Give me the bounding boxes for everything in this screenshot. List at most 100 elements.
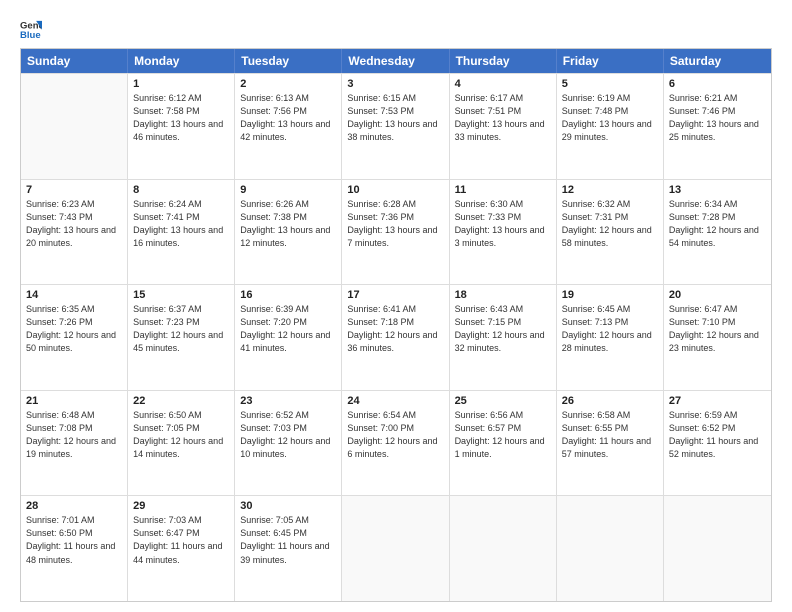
calendar-cell: 22Sunrise: 6:50 AMSunset: 7:05 PMDayligh… — [128, 391, 235, 496]
calendar-cell: 12 Sunrise: 6:32 AMSunset: 7:31 PMDayligh… — [557, 180, 664, 285]
day-number: 3 — [347, 78, 443, 90]
day-number: 28 — [26, 500, 122, 512]
day-number: 6 — [669, 78, 766, 90]
cell-info: Sunrise: 7:01 AMSunset: 6:50 PMDaylight:… — [26, 514, 122, 566]
cell-info: Sunrise: 6:59 AMSunset: 6:52 PMDaylight:… — [669, 409, 766, 461]
header: General Blue — [20, 18, 772, 40]
cell-info: Sunrise: 6:45 AMSunset: 7:13 PMDaylight:… — [562, 303, 658, 355]
calendar-cell: 11 Sunrise: 6:30 AMSunset: 7:33 PMDayligh… — [450, 180, 557, 285]
calendar-row: 21 Sunrise: 6:48 AMSunset: 7:08 PMDayligh… — [21, 390, 771, 496]
cell-info: Sunrise: 6:48 AMSunset: 7:08 PMDaylight:… — [26, 409, 122, 461]
calendar-cell: 14Sunrise: 6:35 AMSunset: 7:26 PMDayligh… — [21, 285, 128, 390]
calendar-cell: 20 Sunrise: 6:47 AMSunset: 7:10 PMDayligh… — [664, 285, 771, 390]
cell-info: Sunrise: 6:41 AMSunset: 7:18 PMDaylight:… — [347, 303, 443, 355]
cell-info: Sunrise: 6:15 AMSunset: 7:53 PMDaylight:… — [347, 92, 443, 144]
calendar-header: SundayMondayTuesdayWednesdayThursdayFrid… — [21, 49, 771, 73]
cell-info: Sunrise: 6:19 AMSunset: 7:48 PMDaylight:… — [562, 92, 658, 144]
cell-info: Sunrise: 6:24 AMSunset: 7:41 PMDaylight:… — [133, 198, 229, 250]
day-number: 5 — [562, 78, 658, 90]
calendar-cell: 29 Sunrise: 7:03 AMSunset: 6:47 PMDayligh… — [128, 496, 235, 601]
cell-info: Sunrise: 6:12 AMSunset: 7:58 PMDaylight:… — [133, 92, 229, 144]
calendar-header-day: Saturday — [664, 49, 771, 73]
calendar-cell: 9Sunrise: 6:26 AMSunset: 7:38 PMDaylight… — [235, 180, 342, 285]
calendar-row: 28 Sunrise: 7:01 AMSunset: 6:50 PMDayligh… — [21, 495, 771, 601]
calendar-row: 7 Sunrise: 6:23 AMSunset: 7:43 PMDaylight… — [21, 179, 771, 285]
day-number: 8 — [133, 184, 229, 196]
calendar-cell — [664, 496, 771, 601]
calendar-cell: 28 Sunrise: 7:01 AMSunset: 6:50 PMDayligh… — [21, 496, 128, 601]
calendar-cell: 4Sunrise: 6:17 AMSunset: 7:51 PMDaylight… — [450, 74, 557, 179]
calendar-cell: 27 Sunrise: 6:59 AMSunset: 6:52 PMDayligh… — [664, 391, 771, 496]
cell-info: Sunrise: 6:21 AMSunset: 7:46 PMDaylight:… — [669, 92, 766, 144]
cell-info: Sunrise: 6:39 AMSunset: 7:20 PMDaylight:… — [240, 303, 336, 355]
day-number: 17 — [347, 289, 443, 301]
calendar-header-day: Thursday — [450, 49, 557, 73]
day-number: 13 — [669, 184, 766, 196]
day-number: 20 — [669, 289, 766, 301]
day-number: 30 — [240, 500, 336, 512]
calendar-cell: 15 Sunrise: 6:37 AMSunset: 7:23 PMDayligh… — [128, 285, 235, 390]
cell-info: Sunrise: 6:56 AMSunset: 6:57 PMDaylight:… — [455, 409, 551, 461]
calendar-row: 1 Sunrise: 6:12 AMSunset: 7:58 PMDaylight… — [21, 73, 771, 179]
day-number: 21 — [26, 395, 122, 407]
calendar-cell: 8 Sunrise: 6:24 AMSunset: 7:41 PMDaylight… — [128, 180, 235, 285]
calendar-cell: 16 Sunrise: 6:39 AMSunset: 7:20 PMDayligh… — [235, 285, 342, 390]
calendar-cell — [450, 496, 557, 601]
calendar-cell: 7 Sunrise: 6:23 AMSunset: 7:43 PMDaylight… — [21, 180, 128, 285]
day-number: 24 — [347, 395, 443, 407]
day-number: 15 — [133, 289, 229, 301]
calendar-cell: 21 Sunrise: 6:48 AMSunset: 7:08 PMDayligh… — [21, 391, 128, 496]
cell-info: Sunrise: 6:28 AMSunset: 7:36 PMDaylight:… — [347, 198, 443, 250]
cell-info: Sunrise: 6:37 AMSunset: 7:23 PMDaylight:… — [133, 303, 229, 355]
cell-info: Sunrise: 6:13 AMSunset: 7:56 PMDaylight:… — [240, 92, 336, 144]
calendar-header-day: Monday — [128, 49, 235, 73]
day-number: 7 — [26, 184, 122, 196]
calendar-cell: 10 Sunrise: 6:28 AMSunset: 7:36 PMDayligh… — [342, 180, 449, 285]
calendar-cell: 2Sunrise: 6:13 AMSunset: 7:56 PMDaylight… — [235, 74, 342, 179]
cell-info: Sunrise: 6:58 AMSunset: 6:55 PMDaylight:… — [562, 409, 658, 461]
calendar-cell: 23Sunrise: 6:52 AMSunset: 7:03 PMDayligh… — [235, 391, 342, 496]
day-number: 25 — [455, 395, 551, 407]
day-number: 10 — [347, 184, 443, 196]
cell-info: Sunrise: 6:47 AMSunset: 7:10 PMDaylight:… — [669, 303, 766, 355]
day-number: 19 — [562, 289, 658, 301]
calendar-cell: 3 Sunrise: 6:15 AMSunset: 7:53 PMDaylight… — [342, 74, 449, 179]
cell-info: Sunrise: 6:17 AMSunset: 7:51 PMDaylight:… — [455, 92, 551, 144]
day-number: 29 — [133, 500, 229, 512]
calendar-cell — [21, 74, 128, 179]
calendar-cell: 1 Sunrise: 6:12 AMSunset: 7:58 PMDaylight… — [128, 74, 235, 179]
day-number: 1 — [133, 78, 229, 90]
cell-info: Sunrise: 7:03 AMSunset: 6:47 PMDaylight:… — [133, 514, 229, 566]
svg-text:Blue: Blue — [20, 30, 41, 40]
cell-info: Sunrise: 6:35 AMSunset: 7:26 PMDaylight:… — [26, 303, 122, 355]
day-number: 16 — [240, 289, 336, 301]
cell-info: Sunrise: 6:50 AMSunset: 7:05 PMDaylight:… — [133, 409, 229, 461]
calendar-cell: 5 Sunrise: 6:19 AMSunset: 7:48 PMDaylight… — [557, 74, 664, 179]
calendar-row: 14Sunrise: 6:35 AMSunset: 7:26 PMDayligh… — [21, 284, 771, 390]
day-number: 27 — [669, 395, 766, 407]
cell-info: Sunrise: 6:23 AMSunset: 7:43 PMDaylight:… — [26, 198, 122, 250]
calendar-cell: 17 Sunrise: 6:41 AMSunset: 7:18 PMDayligh… — [342, 285, 449, 390]
cell-info: Sunrise: 6:32 AMSunset: 7:31 PMDaylight:… — [562, 198, 658, 250]
page: General Blue SundayMondayTuesdayWednesda… — [0, 0, 792, 612]
calendar: SundayMondayTuesdayWednesdayThursdayFrid… — [20, 48, 772, 602]
calendar-body: 1 Sunrise: 6:12 AMSunset: 7:58 PMDaylight… — [21, 73, 771, 601]
calendar-cell — [557, 496, 664, 601]
cell-info: Sunrise: 6:43 AMSunset: 7:15 PMDaylight:… — [455, 303, 551, 355]
cell-info: Sunrise: 6:30 AMSunset: 7:33 PMDaylight:… — [455, 198, 551, 250]
calendar-cell: 25 Sunrise: 6:56 AMSunset: 6:57 PMDayligh… — [450, 391, 557, 496]
calendar-cell: 30 Sunrise: 7:05 AMSunset: 6:45 PMDayligh… — [235, 496, 342, 601]
day-number: 11 — [455, 184, 551, 196]
day-number: 23 — [240, 395, 336, 407]
calendar-header-day: Sunday — [21, 49, 128, 73]
day-number: 18 — [455, 289, 551, 301]
calendar-header-day: Tuesday — [235, 49, 342, 73]
cell-info: Sunrise: 6:54 AMSunset: 7:00 PMDaylight:… — [347, 409, 443, 461]
logo-icon: General Blue — [20, 18, 42, 40]
day-number: 26 — [562, 395, 658, 407]
cell-info: Sunrise: 6:26 AMSunset: 7:38 PMDaylight:… — [240, 198, 336, 250]
calendar-cell: 26 Sunrise: 6:58 AMSunset: 6:55 PMDayligh… — [557, 391, 664, 496]
cell-info: Sunrise: 7:05 AMSunset: 6:45 PMDaylight:… — [240, 514, 336, 566]
day-number: 12 — [562, 184, 658, 196]
calendar-cell: 6 Sunrise: 6:21 AMSunset: 7:46 PMDaylight… — [664, 74, 771, 179]
